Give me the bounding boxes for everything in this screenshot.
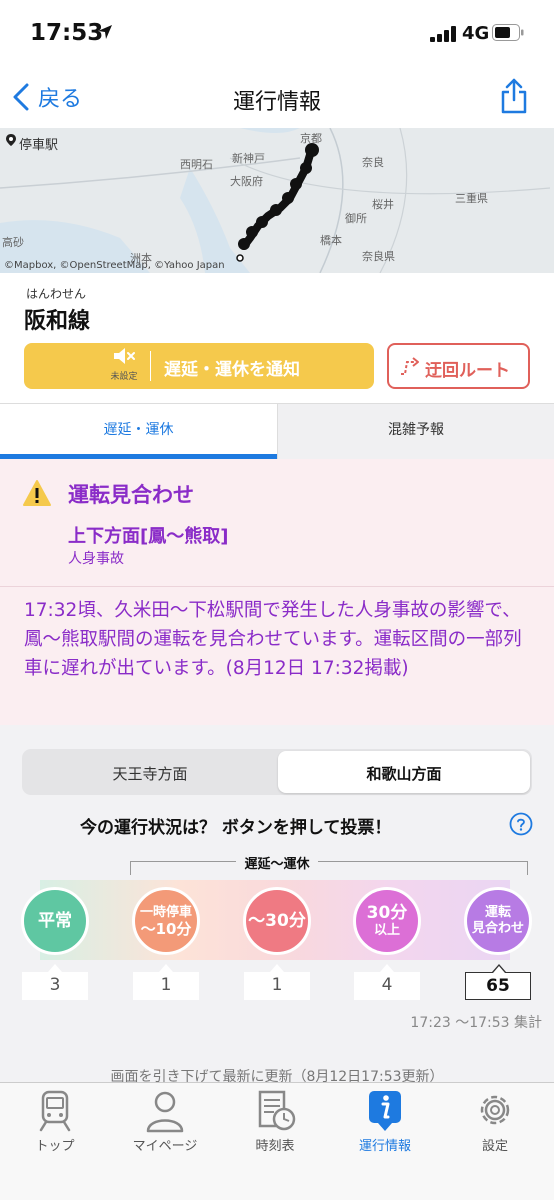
direction-segmented-control: 天王寺方面 和歌山方面 [22,749,532,795]
detour-route-label: 迂回ルート [425,361,510,381]
tabbar-item-mypage[interactable]: マイページ [115,1089,215,1154]
vote-option-sublabel: 以上 [373,923,400,938]
share-icon[interactable] [500,78,528,114]
tabbar-item-timetable[interactable]: 時刻表 [225,1089,325,1154]
delay-range-label: 遅延〜運休 [0,853,554,872]
alert-message: 17:32頃、久米田〜下松駅間で発生した人身事故の影響で、鳳〜熊取駅間の運転を見… [24,600,522,679]
speaker-muted-icon [114,348,135,364]
vote-count: 3 [22,964,88,1000]
vote-button-suspended[interactable]: 運転 見合わせ [464,887,532,955]
tabbar-item-settings[interactable]: 設定 [445,1089,545,1154]
person-icon [146,1091,184,1133]
vote-count-selected: 65 [465,964,531,1000]
map-place: 三重県 [455,192,488,205]
tabbar-label: マイページ [132,1139,198,1154]
vote-option-label: 30分 [366,903,408,923]
tab-congestion[interactable]: 混雑予報 [277,404,554,460]
vote-count: 1 [244,964,310,1000]
battery-icon [492,24,524,41]
info-tabs: 遅延・運休 混雑予報 [0,403,554,460]
divider [0,586,554,587]
vote-option-label: 〜30分 [248,911,306,931]
network-type: 4G [462,23,490,44]
detour-route-button[interactable]: 迂回ルート [387,343,530,389]
tabbar-label: 時刻表 [255,1139,295,1154]
bottom-tab-bar: トップ マイページ 時刻表 運行情報 設定 [0,1082,554,1200]
vote-button-normal[interactable]: 平常 [21,887,89,955]
tabbar-label: 設定 [481,1139,508,1154]
navigation-bar: 戻る 運行情報 [0,66,554,128]
help-icon[interactable] [509,812,533,836]
map-place: 橋本 [320,234,342,247]
line-header: はんわせん 阪和線 未設定 遅延・運休を通知 迂回ルート [0,273,554,403]
tabbar-item-service-info[interactable]: 運行情報 [335,1089,435,1154]
divider [150,351,151,381]
info-icon [369,1091,401,1131]
map-place: 新神戸 [232,152,265,165]
gear-icon [480,1095,510,1125]
location-pin-icon [6,134,16,150]
alert-cause: 人身事故 [68,551,124,567]
vote-count: 1 [133,964,199,1000]
map-place: 奈良県 [362,250,395,263]
delay-notification-label: 遅延・運休を通知 [164,360,300,380]
alert-status: 運転見合わせ [68,483,194,507]
status-vote: 天王寺方面 和歌山方面 今の運行状況は？ ボタンを押して投票！ 遅延〜運休 平常… [0,740,554,1040]
tabbar-item-top[interactable]: トップ [5,1089,105,1154]
stop-station-label: 停車駅 [19,138,59,153]
vote-period: 17:23 〜17:53 集計 [410,1015,542,1031]
direction-option-wakayama[interactable]: 和歌山方面 [278,751,530,793]
notification-status: 未設定 [104,345,144,382]
direction-option-tennoji[interactable]: 天王寺方面 [24,751,276,793]
alert-direction: 上下方面[鳳〜熊取] [68,526,229,547]
train-icon [39,1090,71,1132]
vote-option-label: 運転 [484,905,511,920]
vote-button-30min[interactable]: 〜30分 [243,887,311,955]
notification-status-label: 未設定 [110,372,138,382]
warning-icon [23,480,51,506]
clock: 17:53 [30,20,104,46]
vote-count: 4 [354,964,420,1000]
map-place: 西明石 [180,158,213,171]
page-title: 運行情報 [232,90,321,115]
detour-arrow-icon [401,357,419,375]
delay-notification-button[interactable]: 未設定 遅延・運休を通知 [24,343,374,389]
map-place: 桜井 [372,198,394,211]
vote-button-over-30min[interactable]: 30分 以上 [353,887,421,955]
map-attribution: ©Mapbox, ©OpenStreetMap, ©Yahoo Japan [4,260,225,271]
tabbar-label: 運行情報 [358,1139,411,1154]
vote-button-brief-stop[interactable]: 一時停車 〜10分 [132,887,200,955]
vote-option-sublabel: 〜10分 [140,920,192,938]
service-alert: 運転見合わせ 上下方面[鳳〜熊取] 人身事故 17:32頃、久米田〜下松駅間で発… [0,459,554,725]
vote-option-label: 一時停車 [139,905,192,920]
timetable-icon [258,1090,296,1131]
vote-option-label: 平常 [38,911,72,931]
stop-station-legend: 停車駅 [6,134,58,153]
map-place: 大阪府 [230,175,263,188]
vote-option-sublabel: 見合わせ [471,921,524,936]
location-arrow-icon [98,25,112,39]
map-place: 御所 [345,212,367,225]
vote-question: 今の運行状況は？ ボタンを押して投票！ [80,818,392,838]
tab-delay[interactable]: 遅延・運休 [0,404,277,460]
map-place: 京都 [300,132,322,145]
line-name: 阪和線 [24,309,91,334]
signal-icon [430,26,456,42]
status-bar: 17:53 4G [0,0,554,66]
route-map[interactable]: 停車駅 新神戸 大阪府 京都 奈良 三重県 奈良県 西明石 高砂 洲本 桜井 御… [0,128,554,273]
map-place: 高砂 [2,236,24,249]
line-name-kana: はんわせん [26,287,87,301]
map-place: 奈良 [362,156,384,169]
tabbar-label: トップ [35,1139,75,1154]
